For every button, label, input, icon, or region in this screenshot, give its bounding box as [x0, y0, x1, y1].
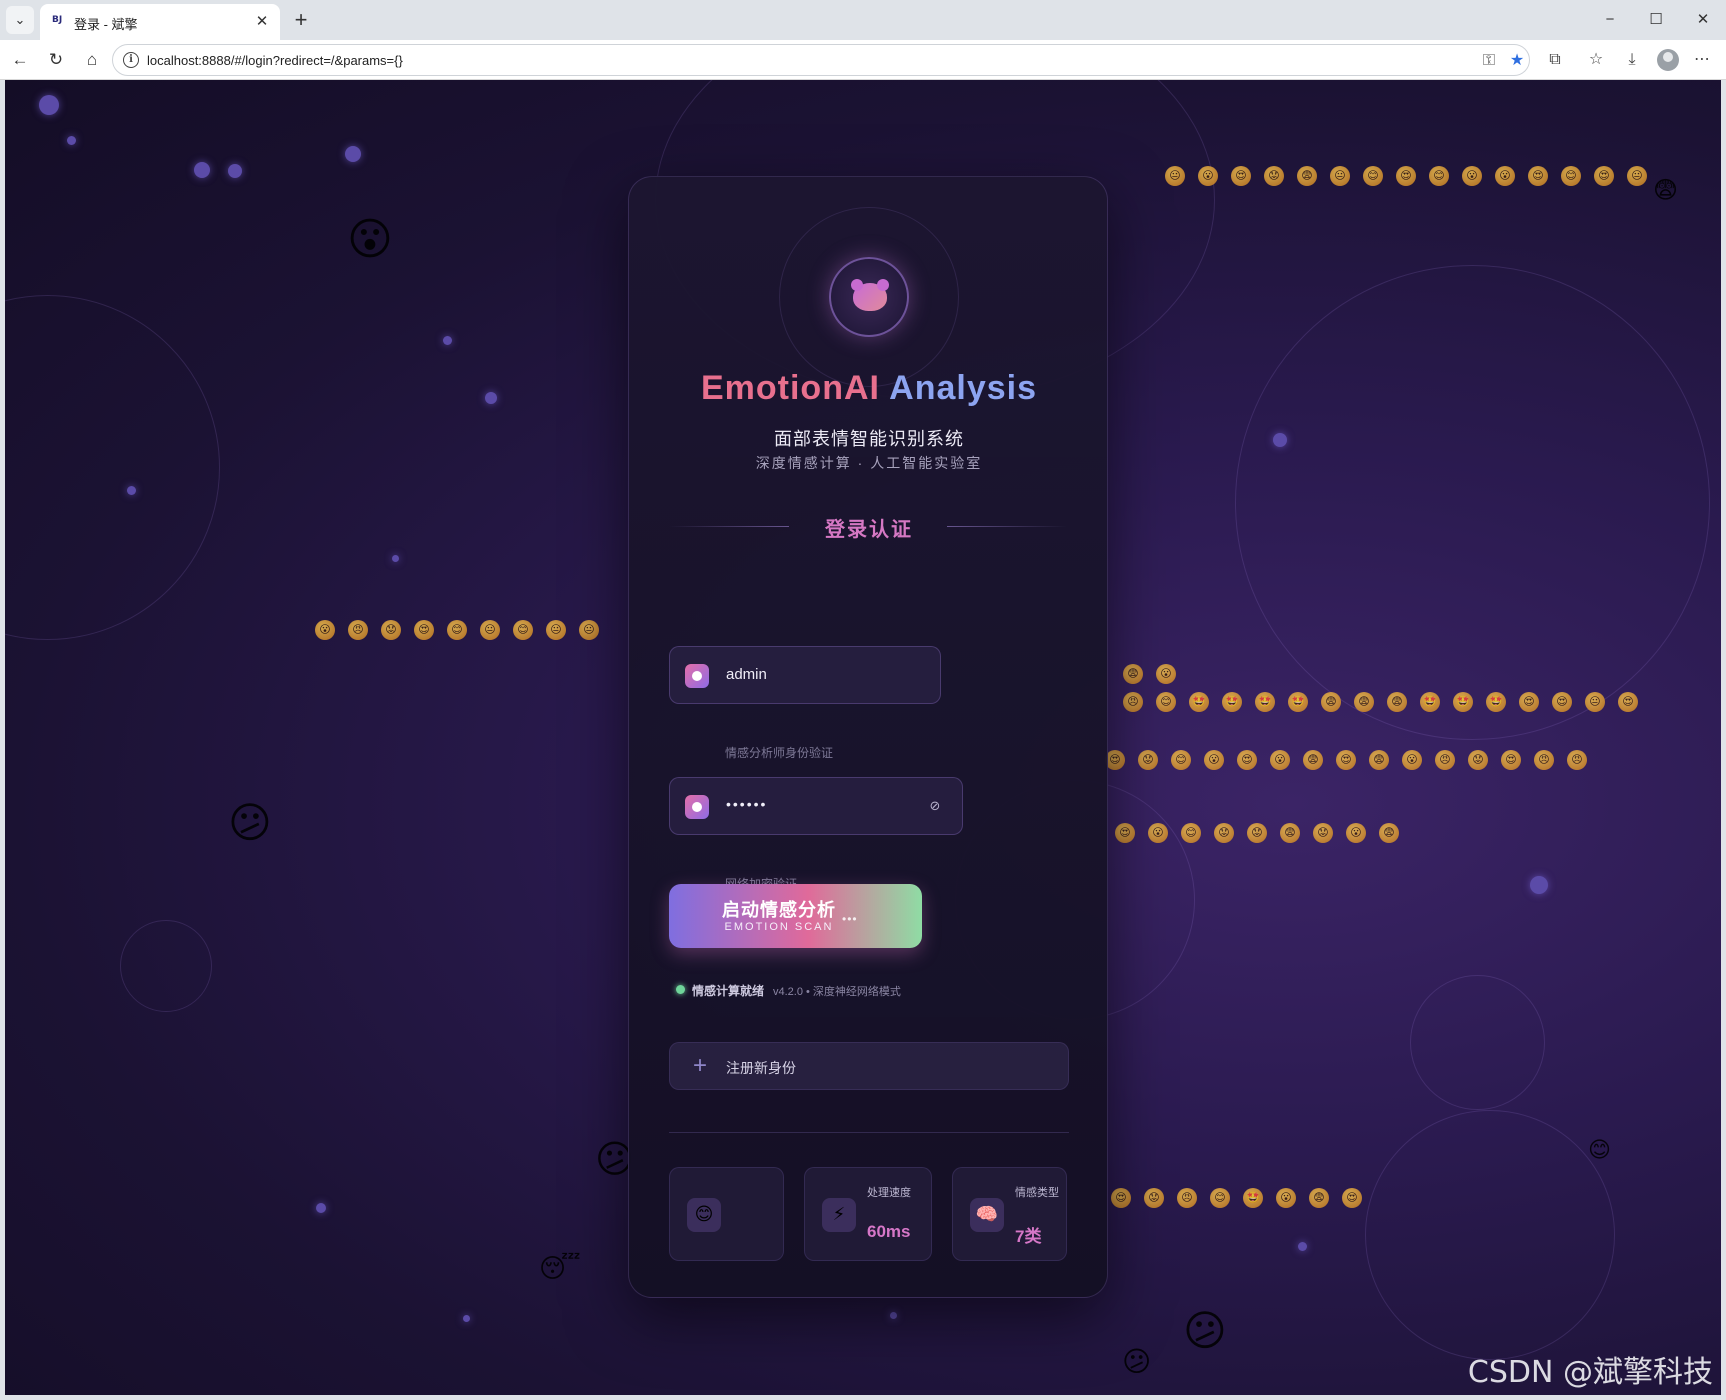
- back-icon[interactable]: ←: [8, 48, 32, 72]
- password-input-value[interactable]: ••••••: [726, 796, 767, 812]
- tab-favicon: BJ: [52, 15, 63, 25]
- tab-list-dropdown-icon[interactable]: ⌄: [6, 6, 34, 34]
- glow-dot: [890, 1312, 897, 1319]
- emoji-stream: 😠 😊 🤩 🤩 🤩 🤩 😨 😨 😨 🤩 🤩 🤩 😍 😍 😐 😍: [1123, 692, 1638, 712]
- glow-dot: [67, 136, 76, 145]
- window-close-icon[interactable]: ✕: [1690, 8, 1716, 32]
- brain-icon: 🧠: [970, 1198, 1004, 1232]
- floating-emoji-sleepy: 😴: [539, 1254, 581, 1284]
- home-icon[interactable]: ⌂: [80, 48, 104, 72]
- emoji-stream: 😮 😠 😟 😍 😊 😐 😊 😐 😐: [315, 620, 599, 640]
- emotion-face-icon: [851, 279, 889, 311]
- stat-card-emotion-types: 🧠 情感类型 7类: [952, 1167, 1067, 1261]
- tab-close-icon[interactable]: ✕: [252, 12, 272, 32]
- minimize-icon[interactable]: −: [1597, 8, 1623, 32]
- stat-label-speed: 处理速度: [867, 1187, 911, 1199]
- reload-icon[interactable]: ↻: [44, 48, 68, 72]
- stat-card-speed: ⚡ 处理速度 60ms: [804, 1167, 932, 1261]
- card-separator: [669, 1132, 1069, 1133]
- csdn-watermark: CSDN @斌擎科技: [1467, 1355, 1713, 1390]
- status-version-meta: v4.2.0 • 深度神经网络模式: [773, 986, 901, 998]
- glow-dot: [463, 1315, 470, 1322]
- lab-tagline: 深度情感计算 · 人工智能实验室: [755, 455, 983, 471]
- emoji-stream: 😨 😮: [1123, 664, 1176, 684]
- new-tab-icon[interactable]: +: [288, 8, 314, 34]
- emoji-stream: 😍 😟 😠 😊 🤩 😮 😨 😍: [1111, 1188, 1362, 1208]
- glow-dot: [194, 162, 210, 178]
- navigation-bar: ← ↻ ⌂ i localhost:8888/#/login?redirect=…: [0, 40, 1726, 80]
- glow-dot: [316, 1203, 326, 1213]
- floating-emoji-fearful: 😨: [1653, 176, 1679, 204]
- background-ring: [1235, 265, 1710, 740]
- glow-dot: [1298, 1242, 1307, 1251]
- glow-dot: [228, 164, 242, 178]
- brand-title: EmotionAI Analysis: [629, 369, 1109, 408]
- lock-icon: [685, 795, 709, 819]
- status-indicator-dot: [676, 985, 685, 994]
- glow-dot: [392, 555, 399, 562]
- toggle-visibility-eye-icon[interactable]: ⊘: [926, 797, 944, 815]
- address-bar[interactable]: i localhost:8888/#/login?redirect=/&para…: [112, 44, 1530, 76]
- glow-dot: [127, 486, 136, 495]
- stat-card-emotion: 😊: [669, 1167, 784, 1261]
- site-info-icon[interactable]: i: [123, 52, 139, 68]
- profile-avatar-icon[interactable]: [1657, 49, 1679, 71]
- floating-emoji-confused: 😕: [1183, 1306, 1227, 1355]
- favorites-icon[interactable]: ☆: [1584, 48, 1608, 72]
- glow-dot: [39, 95, 59, 115]
- glow-dot: [345, 146, 361, 162]
- username-hint: 情感分析师身份验证: [725, 746, 834, 760]
- floating-emoji-confused: 😕: [228, 798, 272, 847]
- emoji-stream: 😐 😮 😍 😟 😨 😐 😊 😍 😊 😮 😮 😍 😊 😍 😐: [1165, 166, 1647, 186]
- stat-value-speed: 60ms: [867, 1222, 911, 1241]
- glow-dot: [443, 336, 452, 345]
- divider-right: [947, 526, 1067, 527]
- background-ring: [5, 295, 220, 640]
- maximize-icon[interactable]: ☐: [1643, 8, 1669, 32]
- register-label: 注册新身份: [726, 1060, 796, 1076]
- floating-emoji-confused: 😕: [1122, 1345, 1152, 1378]
- url-text[interactable]: localhost:8888/#/login?redirect=/&params…: [147, 53, 403, 68]
- password-field[interactable]: •••••• ⊘: [669, 777, 963, 835]
- active-tab[interactable]: BJ 登录 - 斌擎 ✕: [40, 4, 280, 40]
- start-analysis-button[interactable]: 启动情感分析 EMOTION SCAN •••: [669, 884, 922, 948]
- background-ring: [1410, 975, 1545, 1110]
- background-ring: [120, 920, 212, 1012]
- browser-window: ⌄ BJ 登录 - 斌擎 ✕ + − ☐ ✕ ← ↻ ⌂ i localhost…: [0, 0, 1726, 1400]
- login-card: EmotionAI Analysis 面部表情智能识别系统 深度情感计算 · 人…: [628, 176, 1108, 1298]
- register-button[interactable]: + 注册新身份: [669, 1042, 1069, 1090]
- loading-dots: •••: [842, 912, 858, 926]
- stat-value-types: 7类: [1015, 1227, 1042, 1246]
- login-section-title: 登录认证: [825, 519, 913, 541]
- stat-label-types: 情感类型: [1015, 1187, 1059, 1199]
- username-input-value[interactable]: admin: [726, 666, 767, 683]
- brand-title-part2: Analysis: [889, 369, 1038, 407]
- more-menu-icon[interactable]: ⋯: [1690, 48, 1714, 72]
- extensions-icon[interactable]: ⧉: [1543, 48, 1567, 72]
- emoji-stream: 😍 😟 😊 😮 😍 😮 😨 😍 😨 😮 😠 😟 😍 😠 😠: [1105, 750, 1587, 770]
- app-logo: [829, 257, 909, 337]
- background-ring: [1365, 1110, 1615, 1360]
- emoji-stream: 😍 😮 😊 😟 😟 😨 😟 😮 😨: [1115, 823, 1399, 843]
- floating-emoji-smile: 😊: [1588, 1138, 1611, 1163]
- favorite-star-icon[interactable]: ★: [1507, 51, 1527, 71]
- page-viewport: 😮 😕 😕 😴 😕 😕 😊 😨 😐 😮 😍 😟 😨 😐 😊 😍 😊 😮 😮 😍 😊 😍 😐 😮 😠 😟 😍 😊 😐 😊 😐…: [5, 80, 1721, 1395]
- glow-dot: [485, 392, 497, 404]
- glow-dot: [1273, 433, 1287, 447]
- user-icon: [685, 664, 709, 688]
- brand-title-part1: EmotionAI: [700, 369, 880, 407]
- download-icon[interactable]: ⤓: [1620, 48, 1644, 72]
- system-subtitle: 面部表情智能识别系统: [774, 429, 964, 449]
- smile-face-icon: 😊: [687, 1198, 721, 1232]
- username-field[interactable]: admin: [669, 646, 941, 704]
- key-icon[interactable]: ⚿: [1479, 51, 1499, 71]
- plus-icon: +: [692, 1052, 707, 1079]
- lightning-icon: ⚡: [822, 1198, 856, 1232]
- tab-bar: ⌄ BJ 登录 - 斌擎 ✕ + − ☐ ✕: [0, 0, 1726, 40]
- glow-dot: [1530, 876, 1548, 894]
- status-text: 情感计算就绪: [692, 984, 765, 998]
- tab-title: 登录 - 斌擎: [74, 17, 138, 32]
- floating-emoji-surprised: 😮: [347, 214, 393, 265]
